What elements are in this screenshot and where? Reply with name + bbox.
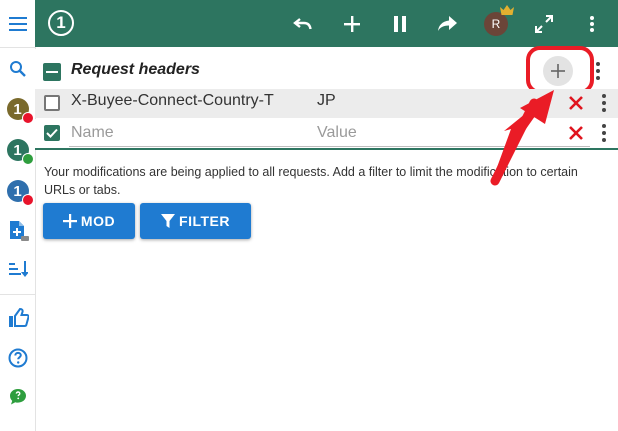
more-vert-icon[interactable] [577, 9, 607, 39]
search-icon[interactable] [0, 53, 35, 85]
delete-icon[interactable] [568, 95, 584, 111]
header-enabled-checkbox[interactable] [44, 95, 60, 111]
row-more-icon[interactable] [596, 93, 612, 113]
undo-icon[interactable] [288, 9, 318, 39]
pause-icon[interactable] [385, 9, 415, 39]
collapse-section-toggle[interactable] [43, 63, 61, 81]
profile-button-3[interactable]: 1 [0, 175, 35, 207]
header-value-field[interactable]: JP [317, 92, 557, 114]
status-dot [21, 194, 34, 206]
status-check [21, 153, 34, 165]
help-icon[interactable] [0, 342, 35, 374]
input-underline [69, 146, 590, 147]
profile-badge: 1 [6, 180, 34, 206]
info-message: Your modifications are being applied to … [44, 165, 578, 197]
profile-badge: 1 [6, 98, 34, 124]
annotation-highlight [526, 46, 594, 94]
row-more-icon[interactable] [596, 123, 612, 143]
plus-icon [62, 214, 77, 228]
header-value-input[interactable] [317, 122, 557, 144]
header-name-field[interactable]: X-Buyee-Connect-Country-T [71, 92, 293, 114]
filter-icon [161, 214, 176, 228]
profile-number: 1 [13, 182, 22, 200]
profile-number: 1 [13, 100, 22, 118]
header-enabled-checkbox[interactable] [44, 125, 60, 141]
rail-divider [0, 294, 35, 295]
profile-number: 1 [13, 141, 22, 159]
left-rail: 1 1 1 [0, 0, 36, 431]
thumbs-up-icon[interactable] [0, 302, 35, 334]
rail-divider [0, 47, 35, 48]
menu-icon[interactable] [0, 0, 35, 47]
profile-button-2[interactable]: 1 [0, 134, 35, 166]
section-more-icon[interactable] [590, 61, 606, 81]
expand-icon[interactable] [529, 9, 559, 39]
status-dot [21, 112, 34, 124]
profile-badge: 1 [6, 139, 34, 165]
delete-icon[interactable] [568, 125, 584, 141]
request-headers-section: Request headers [35, 46, 618, 94]
header-row: X-Buyee-Connect-Country-T JP [35, 89, 618, 118]
add-file-icon[interactable] [0, 215, 35, 247]
add-filter-button[interactable]: FILTER [140, 203, 251, 239]
header-row [35, 119, 618, 150]
section-title: Request headers [71, 61, 200, 78]
plus-icon[interactable] [337, 9, 367, 39]
sort-icon[interactable] [0, 253, 35, 285]
feedback-icon[interactable] [0, 381, 35, 413]
profile-number-button[interactable]: 1 [48, 10, 74, 36]
header-name-input[interactable] [71, 122, 293, 144]
share-icon[interactable] [432, 9, 462, 39]
add-mod-button[interactable]: MOD [43, 203, 135, 239]
profile-number-label: 1 [56, 13, 66, 32]
filter-label: FILTER [179, 213, 230, 229]
mod-label: MOD [80, 213, 116, 229]
crown-icon [499, 3, 515, 21]
check-icon [46, 128, 58, 138]
top-bar: 1 R [35, 0, 618, 47]
profile-button-1[interactable]: 1 [0, 93, 35, 125]
